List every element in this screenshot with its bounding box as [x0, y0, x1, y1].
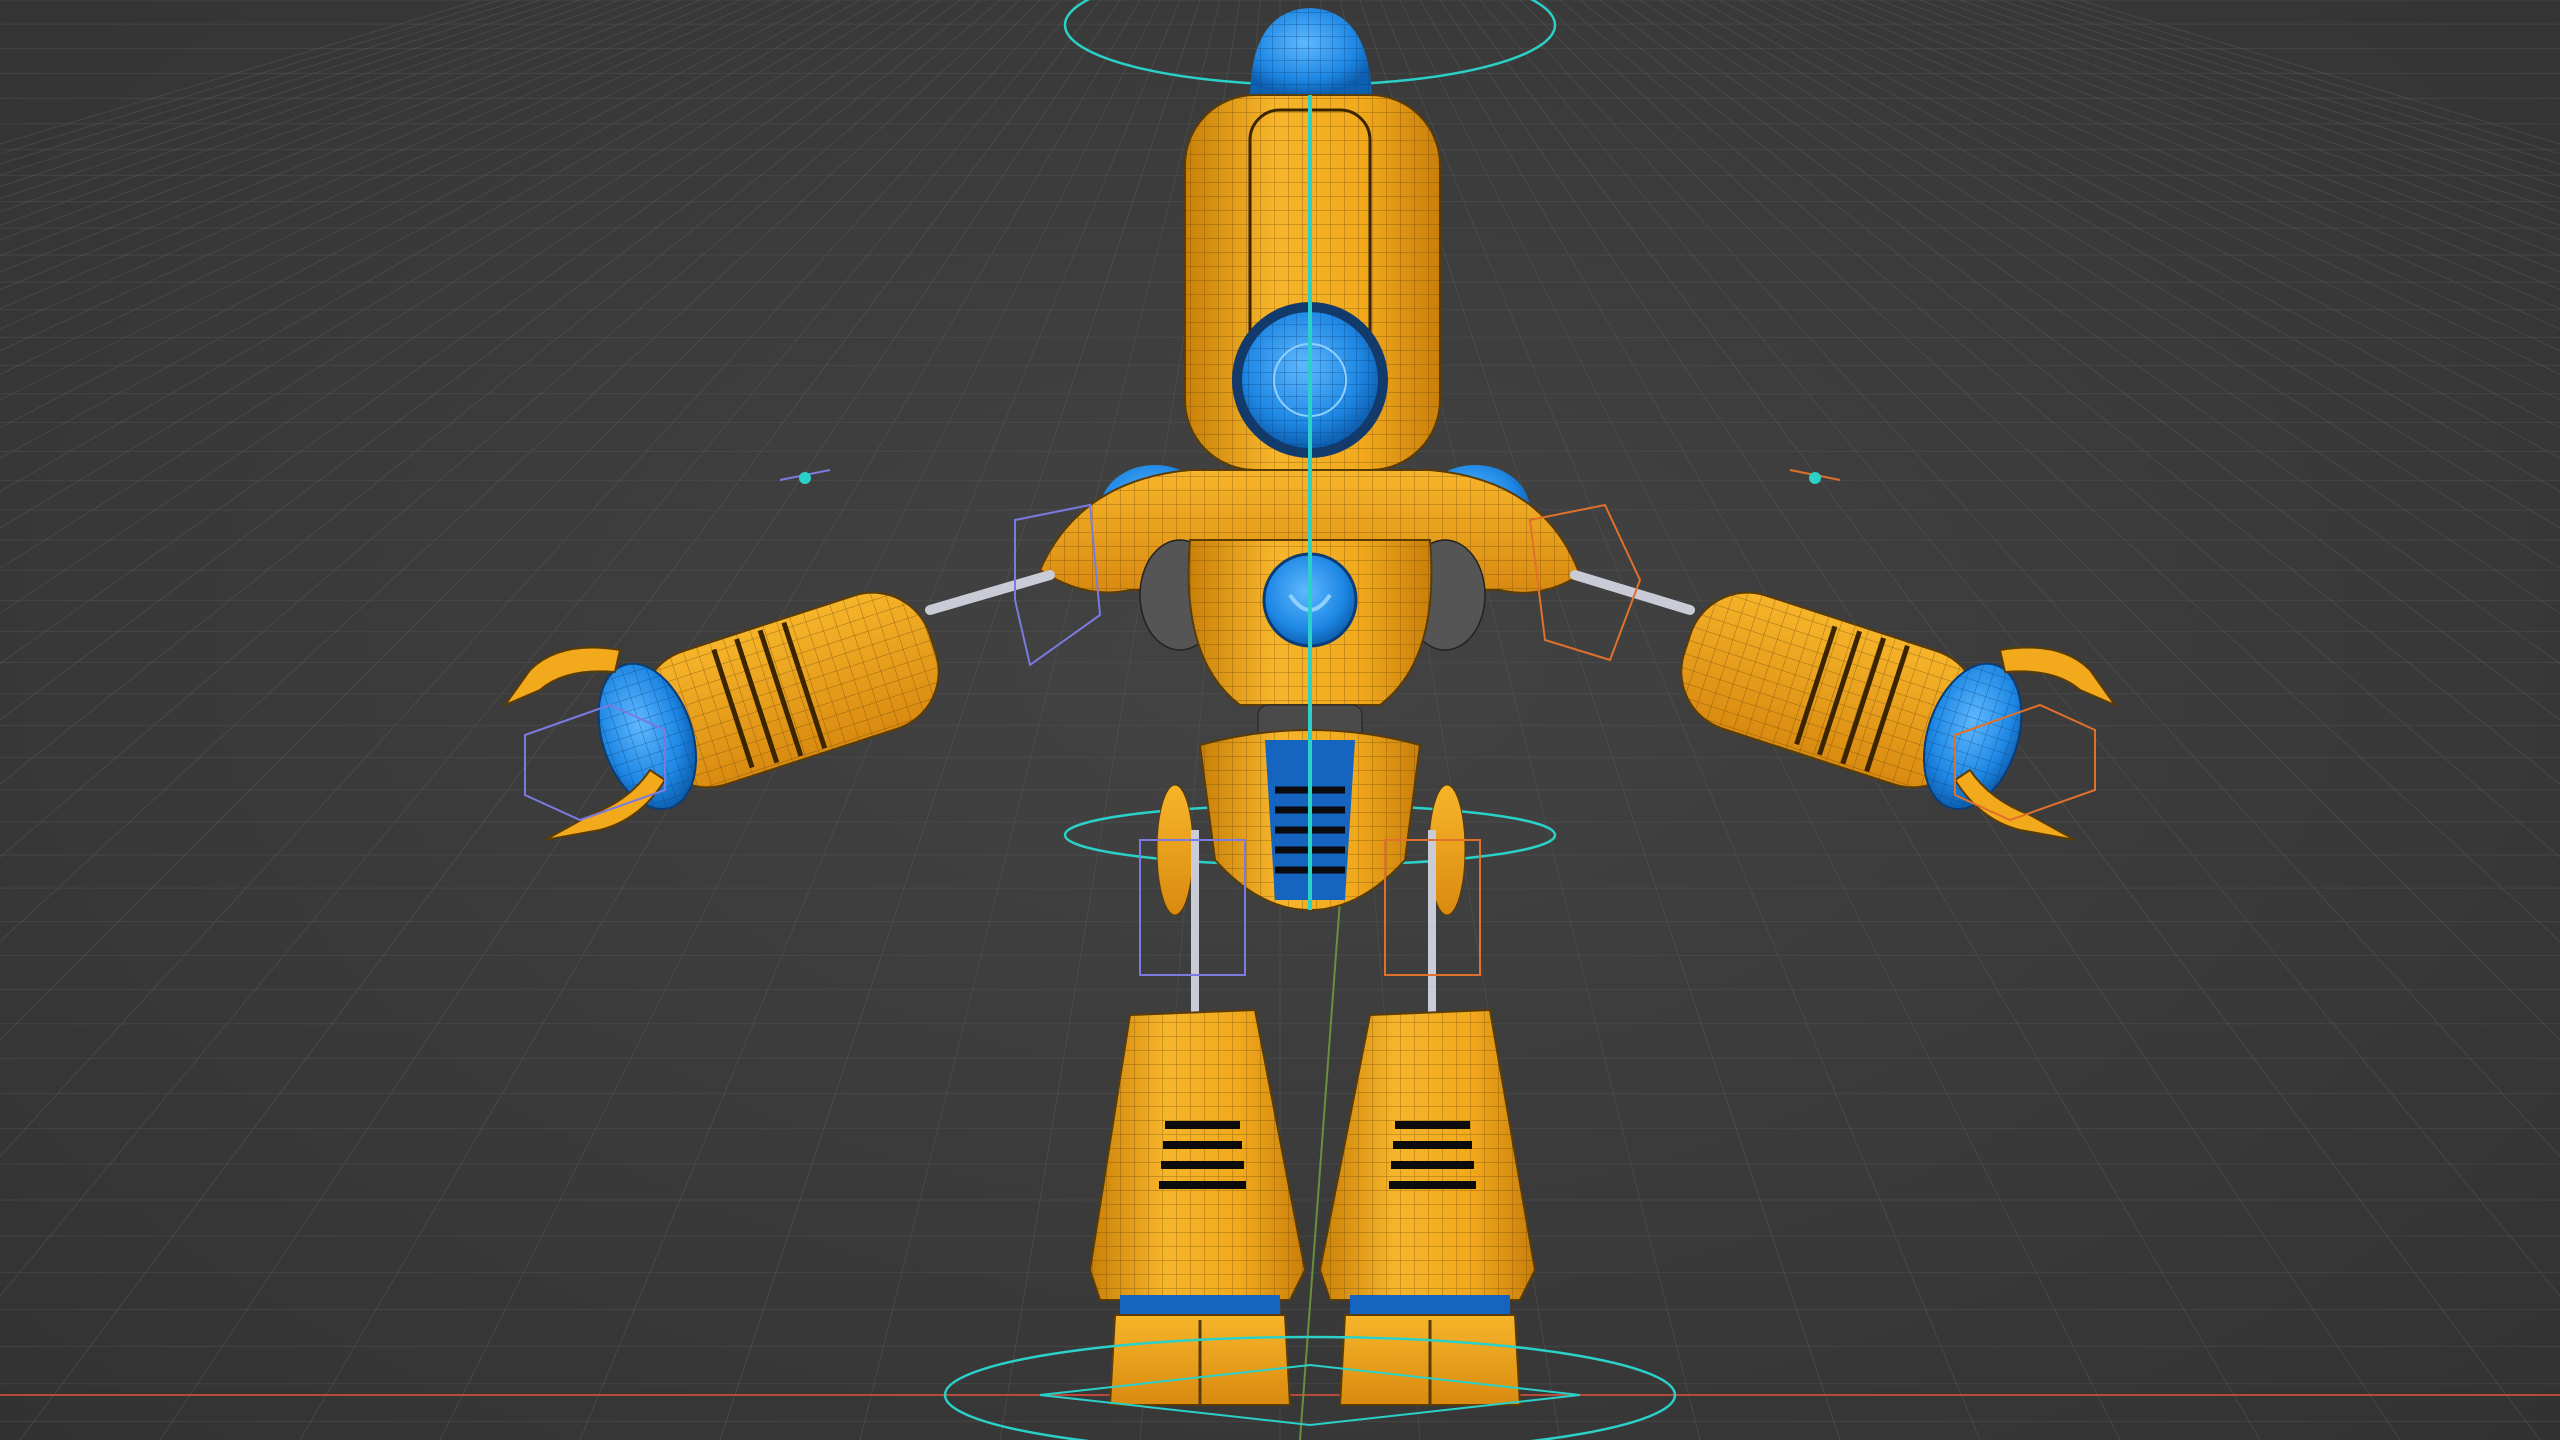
grid-line: [2019, 0, 2560, 176]
grid-line: [0, 0, 521, 165]
robot-right-arm[interactable]: [1528, 469, 2118, 841]
grid-line: [0, 0, 541, 176]
scene-canvas[interactable]: [0, 0, 2560, 1440]
grid-line: [1539, 0, 2560, 943]
grid-line: [0, 0, 701, 291]
grid-line: [1959, 0, 2560, 213]
robot-left-arm[interactable]: [502, 469, 1102, 841]
grid-line: [2059, 0, 2560, 155]
3d-viewport[interactable]: [0, 0, 2560, 1440]
grid-line: [1939, 0, 2560, 226]
robot-right-leg[interactable]: [1318, 830, 1537, 1406]
grid-line: [0, 0, 501, 155]
grid-line: [0, 0, 561, 188]
grid-line: [0, 0, 581, 200]
grid-line: [0, 0, 621, 226]
grid-line: [1499, 0, 2560, 1158]
y-axis-line: [1299, 899, 1341, 1440]
grid-line: [19, 0, 1101, 1440]
grid-line: [0, 0, 601, 213]
robot-left-leg[interactable]: [1088, 830, 1307, 1406]
grid-line: [1999, 0, 2560, 188]
grid-line: [2039, 0, 2560, 165]
left-arm-rod: [925, 570, 1055, 615]
grid-line: [0, 0, 1081, 1297]
grid-line: [1979, 0, 2560, 200]
left-hip-disc: [1156, 784, 1194, 916]
